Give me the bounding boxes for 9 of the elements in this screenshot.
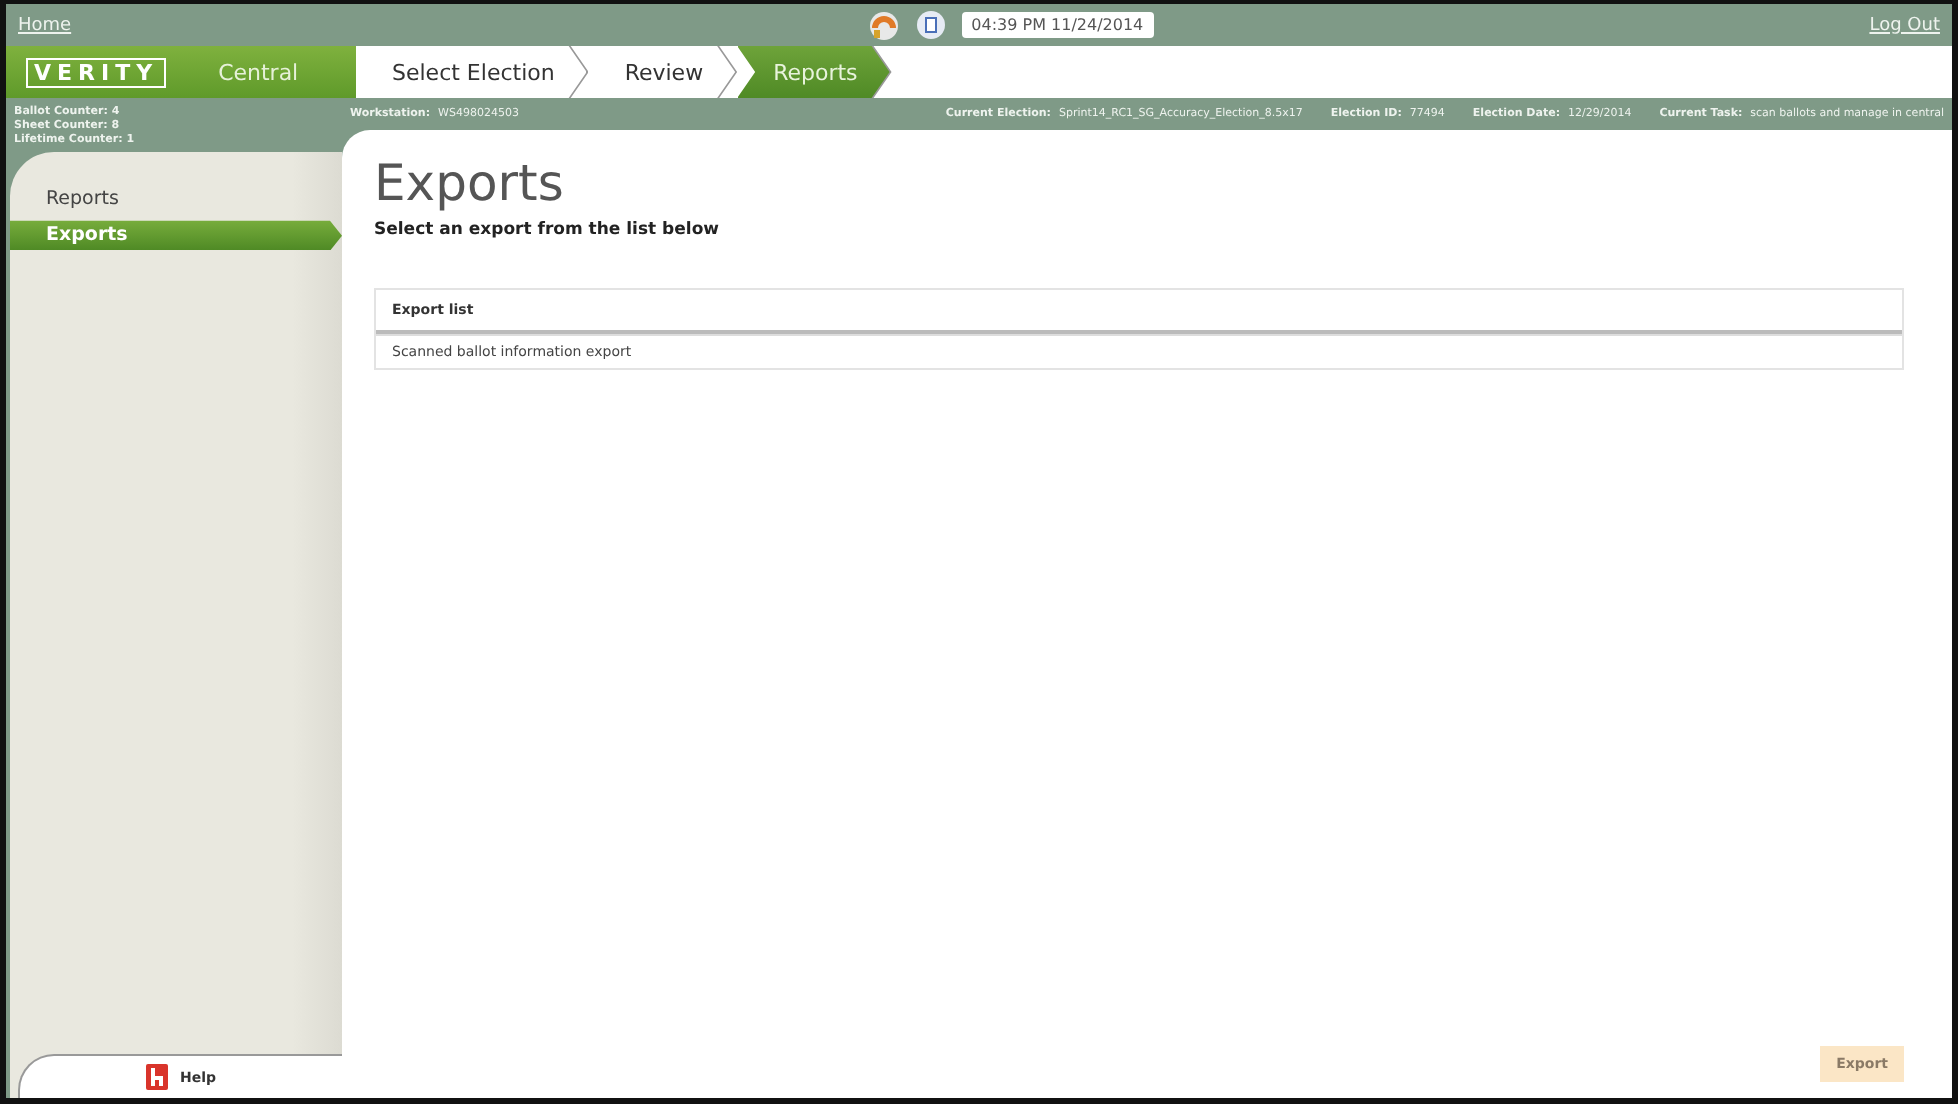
help-icon [145, 1064, 168, 1090]
ring-icon[interactable] [867, 9, 900, 41]
verity-logo: VERITY [26, 57, 167, 87]
instruction-text: Select an export from the list below [374, 220, 722, 240]
page-icon[interactable] [915, 10, 946, 40]
sidebar-item[interactable]: Reports [10, 184, 342, 215]
page-title: Exports [374, 154, 566, 212]
product-name: Central [218, 59, 299, 85]
date-time: 04:39 PM 11/24/2014 [961, 12, 1154, 38]
